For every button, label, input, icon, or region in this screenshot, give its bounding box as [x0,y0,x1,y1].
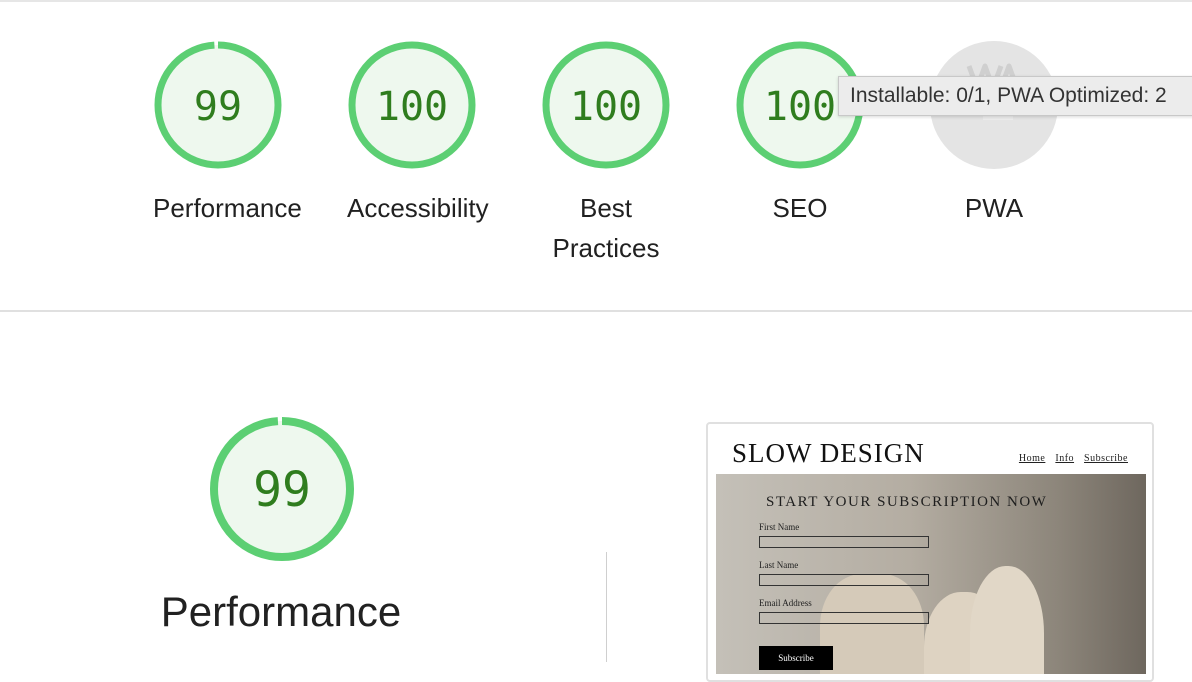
preview-field-label: Email Address [759,598,812,608]
gauge-seo[interactable]: 100 SEO [735,40,865,228]
gauge-pwa[interactable]: PWA [929,40,1059,228]
preview-field-label: Last Name [759,560,799,570]
gauge-performance-label: Performance [153,193,302,223]
performance-gauge[interactable]: 99 [208,415,356,563]
top-divider [0,0,1192,2]
preview-hero-title: START YOUR SUBSCRIPTION NOW [766,494,1048,510]
preview-brand: SLOW DESIGN [732,438,925,468]
preview-field-label: First Name [759,522,800,532]
preview-subscribe-button: Subscribe [759,646,833,670]
vase-image [820,574,924,674]
vase-image [970,566,1044,674]
performance-gauge-ring: 99 [210,417,354,561]
preview-last-name-input [759,574,929,586]
preview-first-name-input [759,536,929,548]
gauge-seo-score: 100 [764,84,836,130]
preview-nav: Home Info Subscribe [1012,453,1128,464]
section-divider [0,310,1192,312]
final-screenshot-preview[interactable]: SLOW DESIGN Home Info Subscribe START YO… [706,422,1154,682]
preview-nav-subscribe: Subscribe [1084,453,1128,464]
gauge-performance[interactable]: 99 Performance [153,40,302,228]
preview-nav-home: Home [1018,453,1046,464]
preview-email-input [759,612,929,624]
gauge-accessibility[interactable]: 100 Accessibility [347,40,489,228]
preview-nav-info: Info [1055,453,1075,464]
column-divider [606,552,607,662]
gauge-best-practices[interactable]: 100 Best Practices [541,40,671,268]
gauge-accessibility-score: 100 [376,84,448,130]
gauge-performance-ring: 99 [154,41,282,169]
pwa-tooltip: Installable: 0/1, PWA Optimized: 2 [838,76,1192,116]
gauge-accessibility-ring: 100 [348,41,476,169]
gauge-pwa-label: PWA [964,193,1024,223]
gauge-best-practices-ring: 100 [542,41,670,169]
gauge-best-practices-label: Best Practices [552,193,660,263]
performance-heading: Performance [160,588,402,635]
gauge-performance-score: 99 [194,84,242,130]
gauge-best-practices-score: 100 [570,84,642,130]
gauge-seo-label: SEO [772,193,828,223]
performance-score: 99 [253,462,311,518]
gauge-accessibility-label: Accessibility [347,193,489,223]
preview-hero-image: START YOUR SUBSCRIPTION NOW First Name L… [716,474,1146,674]
